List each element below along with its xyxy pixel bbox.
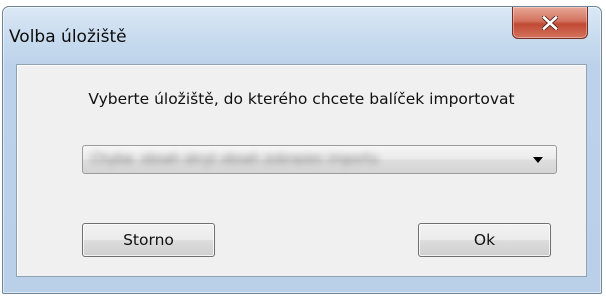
window-title: Volba úložiště — [9, 27, 127, 47]
dialog-window: Volba úložiště Vyberte úložiště, do kter… — [2, 6, 602, 294]
prompt-label: Vyberte úložiště, do kterého chcete balí… — [88, 90, 515, 108]
close-button[interactable] — [512, 7, 588, 39]
ok-button[interactable]: Ok — [418, 223, 551, 257]
repository-select[interactable]: Chyba: obsah skryt obsah zobrazen import… — [82, 145, 557, 174]
close-icon — [542, 15, 558, 30]
dialog-client-area: Vyberte úložiště, do kterého chcete balí… — [16, 64, 587, 277]
cancel-button[interactable]: Storno — [82, 223, 215, 257]
chevron-down-icon — [533, 157, 543, 163]
repository-select-value: Chyba: obsah skryt obsah zobrazen import… — [91, 152, 379, 167]
